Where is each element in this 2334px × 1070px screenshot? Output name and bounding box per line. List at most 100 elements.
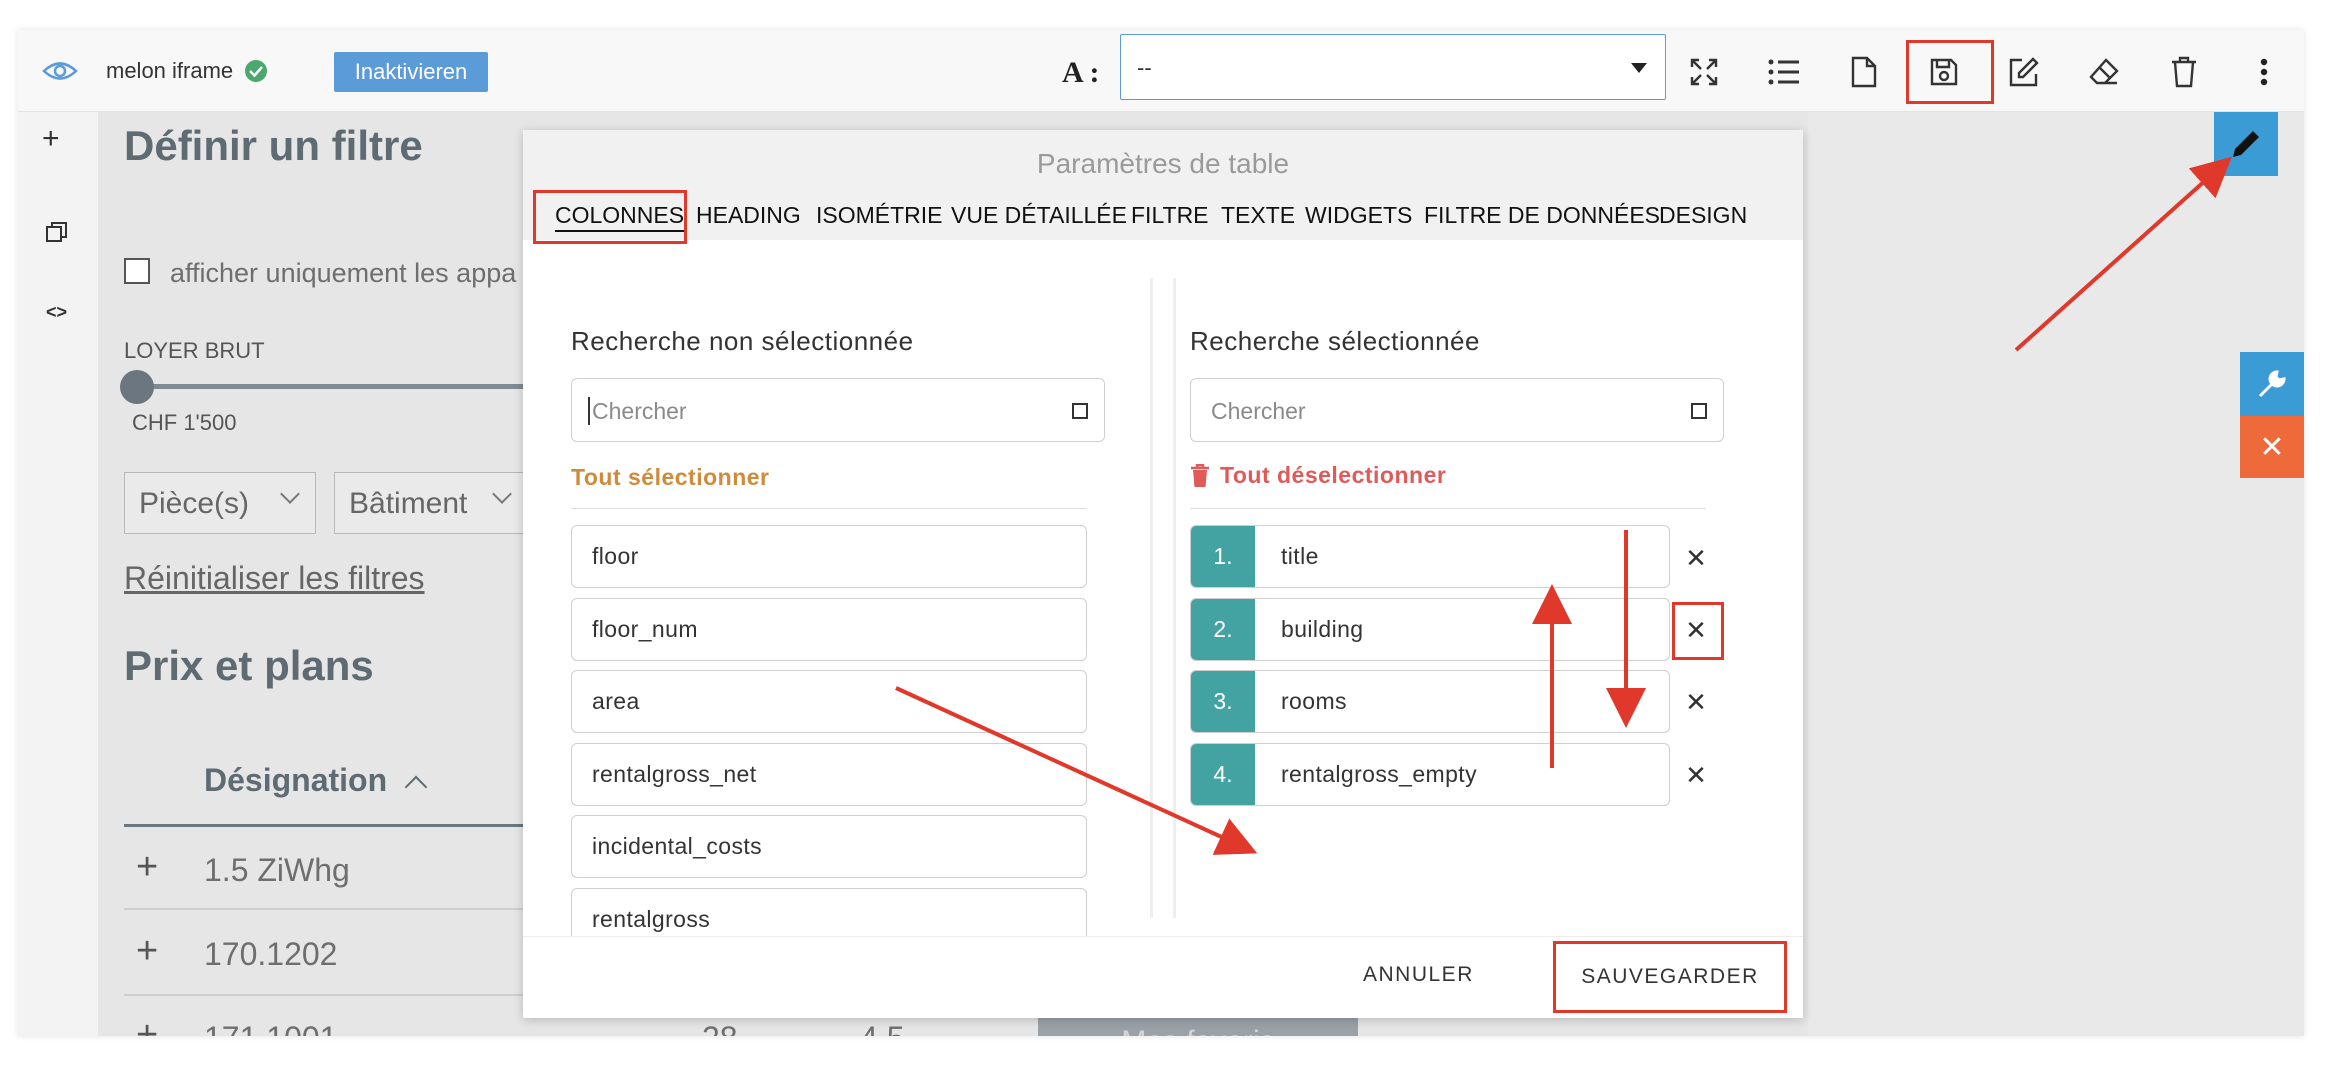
row-area: 28: [702, 1020, 738, 1036]
rooms-dropdown-label: Pièce(s): [139, 487, 250, 520]
square-icon: [1072, 403, 1088, 419]
plus-icon[interactable]: +: [42, 122, 60, 156]
designation-header[interactable]: Désignation: [204, 762, 428, 799]
code-icon[interactable]: <>: [46, 302, 67, 323]
tab-filtre[interactable]: FILTRE: [1131, 202, 1209, 232]
only-available-checkbox[interactable]: [124, 258, 150, 284]
tab-widgets[interactable]: WIDGETS: [1305, 202, 1412, 232]
search-placeholder: Chercher: [592, 398, 687, 424]
edit-widget-button[interactable]: [2214, 112, 2278, 176]
eraser-icon[interactable]: [2084, 52, 2124, 92]
selected-item[interactable]: 3. rooms: [1190, 670, 1670, 733]
tab-heading[interactable]: HEADING: [696, 202, 801, 232]
rooms-dropdown[interactable]: Pièce(s): [124, 472, 316, 534]
trash-icon: [1191, 463, 1209, 487]
selected-item-label: building: [1281, 616, 1364, 642]
app-title: melon iframe: [106, 58, 234, 83]
deselect-all-label: Tout déselectionner: [1220, 462, 1447, 488]
selected-search-input[interactable]: Chercher: [1190, 378, 1724, 442]
table-row[interactable]: + 1.5 ZiWhg: [124, 830, 544, 910]
rent-slider-track[interactable]: [134, 384, 534, 389]
list-item[interactable]: floor: [571, 525, 1087, 588]
tab-design[interactable]: DESIGN: [1659, 202, 1747, 232]
settings-button[interactable]: [2240, 352, 2304, 416]
check-circle-icon: [244, 59, 268, 83]
save-button-label: SAUVEGARDER: [1581, 965, 1759, 988]
selected-panel: Recherche sélectionnée Chercher Tout dés…: [1173, 278, 1779, 918]
designation-header-label: Désignation: [204, 762, 388, 798]
favorites-label: Mes favoris: [1121, 1025, 1274, 1036]
unselected-search-input[interactable]: Chercher: [571, 378, 1105, 442]
selected-item[interactable]: 2. building: [1190, 598, 1670, 661]
selected-item-label: rentalgross_empty: [1281, 761, 1477, 787]
selected-item[interactable]: 1. title: [1190, 525, 1670, 588]
save-button[interactable]: SAUVEGARDER: [1553, 941, 1787, 1013]
list-item[interactable]: rentalgross_net: [571, 743, 1087, 806]
selected-item-label: title: [1281, 543, 1319, 569]
remove-item-close-icon[interactable]: ✕: [1676, 538, 1716, 578]
more-icon[interactable]: [2244, 52, 2284, 92]
list-item[interactable]: area: [571, 670, 1087, 733]
wrench-icon: [2258, 370, 2286, 398]
tab-filtre-de-donnees[interactable]: FILTRE DE DONNÉES: [1424, 202, 1660, 232]
font-select[interactable]: --: [1120, 34, 1666, 100]
tab-texte[interactable]: TEXTE: [1221, 202, 1295, 232]
selected-item-number: 1.: [1191, 526, 1255, 587]
rent-slider-handle[interactable]: [120, 370, 154, 404]
chevron-up-icon: [404, 775, 428, 799]
deactivate-button[interactable]: Inaktivieren: [334, 52, 488, 92]
modal-footer: ANNULER SAUVEGARDER: [523, 936, 1803, 1018]
rent-label: LOYER BRUT: [124, 338, 265, 363]
font-select-value: --: [1137, 55, 1152, 80]
unselected-panel: Recherche non sélectionnée Chercher Tout…: [547, 278, 1153, 951]
modal-title: Paramètres de table: [1036, 148, 1290, 179]
table-header-line: [124, 824, 544, 827]
selected-item[interactable]: 4. rentalgross_empty: [1190, 743, 1670, 806]
only-available-label: afficher uniquement les appa: [170, 258, 517, 288]
expand-icon[interactable]: [1684, 52, 1724, 92]
remove-item-close-icon[interactable]: ✕: [1676, 682, 1716, 722]
deselect-all-button[interactable]: Tout déselectionner: [1190, 462, 1446, 489]
tab-vue-detaillee[interactable]: VUE DÉTAILLÉE: [951, 202, 1127, 232]
chevron-down-icon: [1631, 63, 1647, 73]
modal-header: Paramètres de table COLONNES HEADING ISO…: [523, 130, 1803, 244]
cancel-button[interactable]: ANNULER: [1363, 963, 1474, 987]
selected-title: Recherche sélectionnée: [1190, 326, 1480, 356]
file-icon[interactable]: [1844, 52, 1884, 92]
selected-item-label: rooms: [1281, 688, 1347, 714]
list-item[interactable]: incidental_costs: [571, 815, 1087, 878]
eye-icon[interactable]: [42, 56, 78, 86]
selected-item-number: 3.: [1191, 671, 1255, 732]
selected-item-number: 4.: [1191, 744, 1255, 805]
row-name: 170.1202: [204, 936, 338, 972]
expand-row-plus-icon[interactable]: +: [136, 930, 158, 973]
building-dropdown[interactable]: Bâtiment: [334, 472, 554, 534]
text-cursor: [588, 397, 590, 425]
table-row[interactable]: + 170.1202: [124, 912, 544, 996]
select-all-button[interactable]: Tout sélectionner: [571, 464, 770, 491]
list-item[interactable]: floor_num: [571, 598, 1087, 661]
tab-highlight: [533, 190, 687, 244]
prices-heading: Prix et plans: [124, 642, 374, 689]
search-placeholder: Chercher: [1211, 398, 1306, 424]
list-icon[interactable]: [1764, 52, 1804, 92]
divider: [571, 508, 1087, 509]
close-widget-button[interactable]: ✕: [2240, 416, 2304, 478]
copy-icon[interactable]: [46, 222, 68, 244]
expand-row-plus-icon[interactable]: +: [136, 846, 158, 889]
remove-item-close-icon[interactable]: ✕: [1676, 755, 1716, 795]
divider: [1190, 508, 1706, 509]
trash-icon[interactable]: [2164, 52, 2204, 92]
edit-icon[interactable]: [2004, 52, 2044, 92]
font-label: A :: [1062, 56, 1100, 89]
expand-row-plus-icon[interactable]: +: [136, 1014, 158, 1036]
close-icon: ✕: [2259, 430, 2285, 464]
selected-item-number: 2.: [1191, 599, 1255, 660]
pencil-icon: [2233, 131, 2259, 157]
tab-isometrie[interactable]: ISOMÉTRIE: [816, 202, 943, 232]
filter-heading: Définir un filtre: [124, 122, 423, 169]
remove-highlight: [1672, 602, 1724, 660]
save-highlight: [1906, 40, 1994, 104]
reset-filters-link[interactable]: Réinitialiser les filtres: [124, 560, 425, 597]
table-settings-modal: Paramètres de table COLONNES HEADING ISO…: [523, 130, 1803, 1018]
